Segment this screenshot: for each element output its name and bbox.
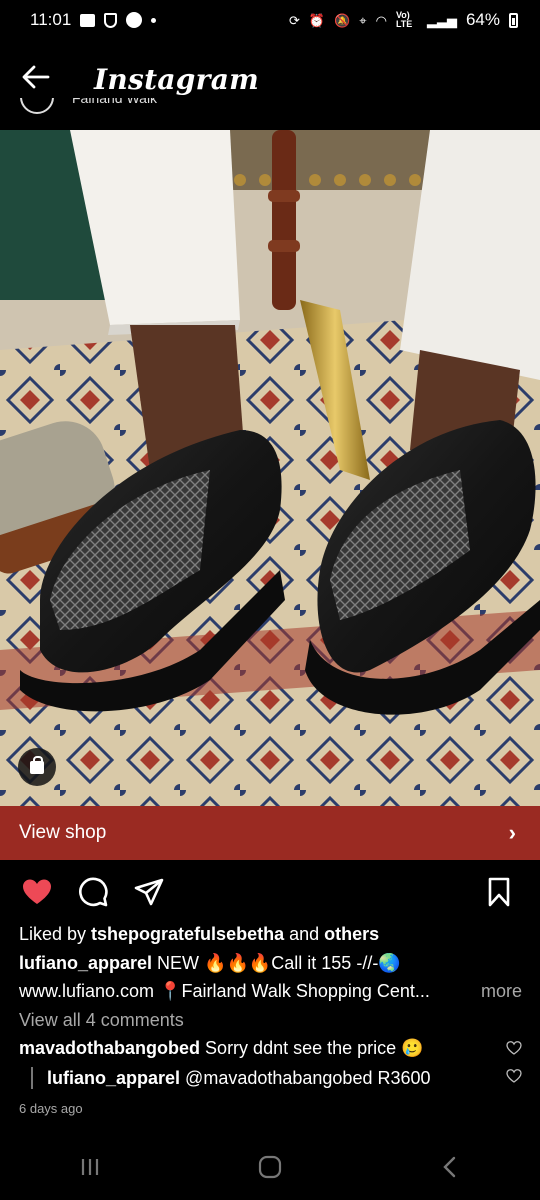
- recents-icon: [81, 1159, 99, 1175]
- like-button[interactable]: [20, 875, 54, 909]
- chevron-left-icon: [443, 1156, 456, 1178]
- recents-button[interactable]: [60, 1147, 120, 1187]
- view-shop-bar[interactable]: View shop ›: [0, 806, 540, 860]
- caption-line-2: www.lufiano.com 📍Fairland Walk Shopping …: [19, 977, 522, 1006]
- send-icon: [134, 878, 164, 906]
- likes-user[interactable]: tshepogratefulsebetha: [91, 924, 284, 944]
- chevron-right-icon: ›: [508, 820, 516, 845]
- gallery-icon: [80, 13, 96, 27]
- status-left: 11:01: [30, 10, 157, 30]
- status-right: ⟳ ⏰ 🔕 ⌖ ◠ Vo) LTE ▂▃▅ 64%: [289, 10, 518, 30]
- status-bar: 11:01 ⟳ ⏰ 🔕 ⌖ ◠ Vo) LTE ▂▃▅ 64%: [0, 0, 540, 40]
- shopping-bag-icon: [30, 755, 44, 774]
- app-title: Instagram: [94, 62, 260, 96]
- comment-row: mavadothabangobed Sorry ddnt see the pri…: [19, 1034, 522, 1063]
- share-button[interactable]: [132, 875, 166, 909]
- post-image[interactable]: [0, 130, 540, 806]
- mute-icon: 🔕: [334, 12, 351, 28]
- reply: lufiano_apparel @mavadothabangobed R3600: [31, 1066, 431, 1089]
- likes-others[interactable]: others: [324, 924, 379, 944]
- view-shop-label: View shop: [19, 822, 107, 843]
- post-timestamp: 6 days ago: [19, 1100, 83, 1116]
- signal-icon: ▂▃▅: [426, 12, 457, 28]
- battery-icon: [509, 12, 518, 28]
- comment-button[interactable]: [76, 875, 110, 909]
- back-nav-button[interactable]: [420, 1147, 480, 1187]
- system-nav-bar: [0, 1134, 540, 1200]
- heart-filled-icon: [23, 879, 51, 904]
- caption-text-2: www.lufiano.com 📍Fairland Walk Shopping …: [19, 981, 430, 1001]
- battery-percent: 64%: [465, 10, 500, 29]
- arrow-left-icon: [22, 65, 50, 89]
- caption-username[interactable]: lufiano_apparel: [19, 953, 152, 973]
- previous-post-location: Fairland Walk: [72, 98, 158, 106]
- caption-text-1: NEW 🔥🔥🔥Call it 155 -//-🌏: [157, 952, 401, 973]
- network-label: Vo) LTE: [395, 10, 413, 29]
- home-button[interactable]: [240, 1147, 300, 1187]
- avatar[interactable]: [20, 98, 54, 114]
- save-button[interactable]: [482, 875, 516, 909]
- reply-like-icon[interactable]: [506, 1068, 522, 1084]
- messenger-icon: [126, 12, 143, 28]
- likes-prefix: Liked by: [19, 924, 92, 944]
- bookmark-icon: [488, 877, 510, 907]
- post-details: Liked by tshepogratefulsebetha and other…: [19, 920, 522, 1123]
- comment-text: Sorry ddnt see the price 🥲: [205, 1038, 424, 1058]
- wifi-icon: ◠: [375, 12, 387, 28]
- sync-icon: ⟳: [289, 12, 300, 28]
- likes-connector: and: [284, 924, 325, 944]
- caption-line-1: lufiano_apparel NEW 🔥🔥🔥Call it 155 -//-🌏: [19, 949, 522, 978]
- location-icon: ⌖: [359, 12, 367, 28]
- status-time: 11:01: [30, 10, 72, 29]
- home-icon: [258, 1155, 282, 1179]
- reply-row: lufiano_apparel @mavadothabangobed R3600: [19, 1063, 522, 1089]
- comment-icon: [79, 877, 108, 907]
- comment-username[interactable]: mavadothabangobed: [19, 1038, 200, 1058]
- back-button[interactable]: [20, 61, 56, 97]
- view-all-comments[interactable]: View all 4 comments: [19, 1006, 522, 1035]
- more-notifications-icon: [151, 17, 157, 23]
- likes-line[interactable]: Liked by tshepogratefulsebetha and other…: [19, 920, 522, 949]
- post-actions: [0, 872, 540, 912]
- shopping-bag-button[interactable]: [18, 748, 56, 786]
- previous-post-header: Fairland Walk: [20, 98, 157, 122]
- alarm-icon: ⏰: [308, 12, 326, 28]
- shield-icon: [104, 12, 118, 28]
- post-photo: [0, 130, 540, 806]
- caption-more-link[interactable]: more: [481, 977, 522, 1006]
- comment-like-icon[interactable]: [506, 1040, 522, 1056]
- reply-username[interactable]: lufiano_apparel: [47, 1068, 180, 1088]
- reply-text: @mavadothabangobed R3600: [185, 1067, 431, 1088]
